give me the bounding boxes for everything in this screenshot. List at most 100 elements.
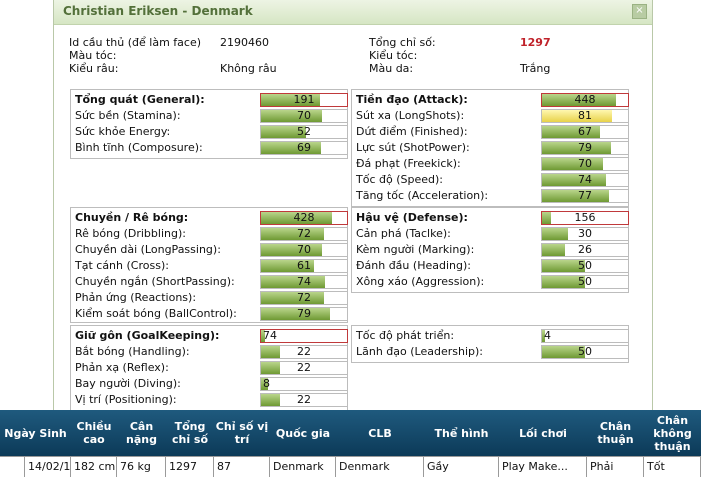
stat-group-title: Chuyền / Rê bóng: 428 (75, 210, 348, 226)
stat-row: Tăng tốc (Acceleration): 77 (356, 188, 629, 204)
column-header: Lối chơi (519, 426, 567, 440)
stat-row: Chuyền dài (LongPassing): 70 (75, 242, 348, 258)
stat-bar: 69 (260, 141, 348, 155)
stat-bar: 72 (260, 291, 348, 305)
stat-value: 81 (578, 109, 592, 122)
stat-row: Vị trí (Positioning): 22 (75, 392, 348, 408)
stat-row: Sút xa (LongShots): 81 (356, 108, 629, 124)
stat-bar: 77 (541, 189, 629, 203)
table-cell: 182 cm (71, 457, 117, 477)
table-cell: 87 (214, 457, 270, 477)
stat-group-defense: Hậu vệ (Defense): 156 Cản phá (Taclke): 30 K… (351, 207, 629, 293)
stat-group-label: Hậu vệ (Defense): (356, 211, 468, 224)
stat-group-attack: Tiền đạo (Attack): 448 Sút xa (LongShots):… (351, 89, 629, 207)
table-cell: Tốt (644, 457, 701, 477)
stat-row: Bình tĩnh (Composure): 69 (75, 140, 348, 156)
stat-group-label: Chuyền / Rê bóng: (75, 211, 189, 224)
stat-label: Rê bóng (Dribbling): (75, 227, 186, 240)
stat-bar: 74 (260, 275, 348, 289)
stat-value: 67 (578, 125, 592, 138)
stat-bar: 191 (260, 93, 348, 107)
stat-value: 156 (574, 211, 596, 224)
column-header: Chỉ số vị trí (215, 420, 269, 446)
player-table-header: Ngày Sinh Chiều cao Cân nặng Tổng chỉ số Chỉ… (0, 410, 701, 456)
hairstyle-label: Kiểu tóc: (369, 49, 418, 62)
stat-value: 8 (263, 377, 270, 390)
stat-value: 74 (297, 275, 311, 288)
column-header: Ngày Sinh (4, 426, 67, 440)
stat-value: 50 (578, 259, 592, 272)
stat-label: Sức bền (Stamina): (75, 109, 181, 122)
stat-bar: 448 (541, 93, 629, 107)
stat-value: 61 (297, 259, 311, 272)
stat-label: Vị trí (Positioning): (75, 393, 177, 406)
stat-bar: 74 (260, 329, 348, 343)
stat-value: 77 (578, 189, 592, 202)
stat-label: Bình tĩnh (Composure): (75, 141, 203, 154)
stat-label: Kiểm soát bóng (BallControl): (75, 307, 237, 320)
column-header: Thể hình (434, 426, 489, 440)
stat-value: 448 (574, 93, 596, 106)
stat-row: Đánh đầu (Heading): 50 (356, 258, 629, 274)
column-header: CLB (368, 426, 392, 440)
stat-value: 22 (297, 393, 311, 406)
player-detail-panel: Christian Eriksen - Denmark × Id cầu thủ… (53, 0, 653, 411)
column-header: Chiều cao (76, 420, 112, 446)
stat-label: Bắt bóng (Handling): (75, 345, 190, 358)
stat-bar: 428 (260, 211, 348, 225)
stat-value: 79 (578, 141, 592, 154)
stat-row: Phản ứng (Reactions): 72 (75, 290, 348, 306)
stat-row: Tạt cánh (Cross): 61 (75, 258, 348, 274)
stat-group-dribble: Chuyền / Rê bóng: 428 Rê bóng (Dribbling):… (70, 207, 348, 323)
stat-group-goalkeeping: Giữ gôn (GoalKeeping): 74 Bắt bóng (Handli… (70, 325, 348, 411)
stat-bar: 26 (541, 243, 629, 257)
stat-value: 191 (293, 93, 315, 106)
stat-label: Sút xa (LongShots): (356, 109, 465, 122)
stat-label: Sức khỏe Energy: (75, 125, 171, 138)
stat-row: Bắt bóng (Handling): 22 (75, 344, 348, 360)
column-header: Chân không thuận (653, 413, 692, 453)
skin-label: Màu da: (369, 62, 414, 75)
stat-value: 70 (297, 243, 311, 256)
stat-group-label: Tiền đạo (Attack): (356, 93, 468, 106)
stat-label: Phản ứng (Reactions): (75, 291, 197, 304)
stat-row: Kiểm soát bóng (BallControl): 79 (75, 306, 348, 322)
stat-bar: 50 (541, 345, 629, 359)
stat-bar: 79 (260, 307, 348, 321)
stat-value: 50 (578, 275, 592, 288)
stat-group-title: Giữ gôn (GoalKeeping): 74 (75, 328, 348, 344)
stat-label: Cản phá (Taclke): (356, 227, 451, 240)
table-cell: Play Make... (499, 457, 587, 477)
table-cell: 14/02/1992 (24, 457, 71, 477)
stat-value: 72 (297, 291, 311, 304)
stat-value: 26 (578, 243, 592, 256)
stat-value: 72 (297, 227, 311, 240)
stat-bar: 4 (541, 329, 629, 343)
stat-value: 74 (578, 173, 592, 186)
stat-row: Lãnh đạo (Leadership): 50 (356, 344, 629, 360)
stat-value: 4 (544, 329, 551, 342)
stat-label: Lãnh đạo (Leadership): (356, 345, 484, 358)
stat-group-label: Giữ gôn (GoalKeeping): (75, 329, 220, 342)
table-cell: 1297 (166, 457, 214, 477)
table-row: 14/02/1992182 cm76 kg129787DenmarkDenmar… (0, 456, 701, 478)
stat-row: Chuyền ngắn (ShortPassing): 74 (75, 274, 348, 290)
stat-label: Xông xáo (Aggression): (356, 275, 485, 288)
column-header: Tổng chỉ số (171, 420, 209, 446)
stat-group-title: Tổng quát (General): 191 (75, 92, 348, 108)
column-header: Cân nặng (126, 420, 157, 446)
column-header: Quốc gia (275, 426, 331, 440)
stat-bar: 22 (260, 345, 348, 359)
stat-value: 79 (297, 307, 311, 320)
table-cell: Gầy (424, 457, 499, 477)
stat-bar: 81 (541, 109, 629, 123)
stat-bar: 67 (541, 125, 629, 139)
hair-color-label: Màu tóc: (69, 49, 117, 62)
stat-label: Chuyền ngắn (ShortPassing): (75, 275, 235, 288)
id-label: Id cầu thủ (để làm face) (69, 36, 201, 49)
stat-label: Tăng tốc (Acceleration): (356, 189, 489, 202)
total-value: 1297 (520, 36, 551, 49)
table-cell: Denmark (270, 457, 336, 477)
stat-bar: 70 (260, 243, 348, 257)
stat-row: Dứt điểm (Finished): 67 (356, 124, 629, 140)
